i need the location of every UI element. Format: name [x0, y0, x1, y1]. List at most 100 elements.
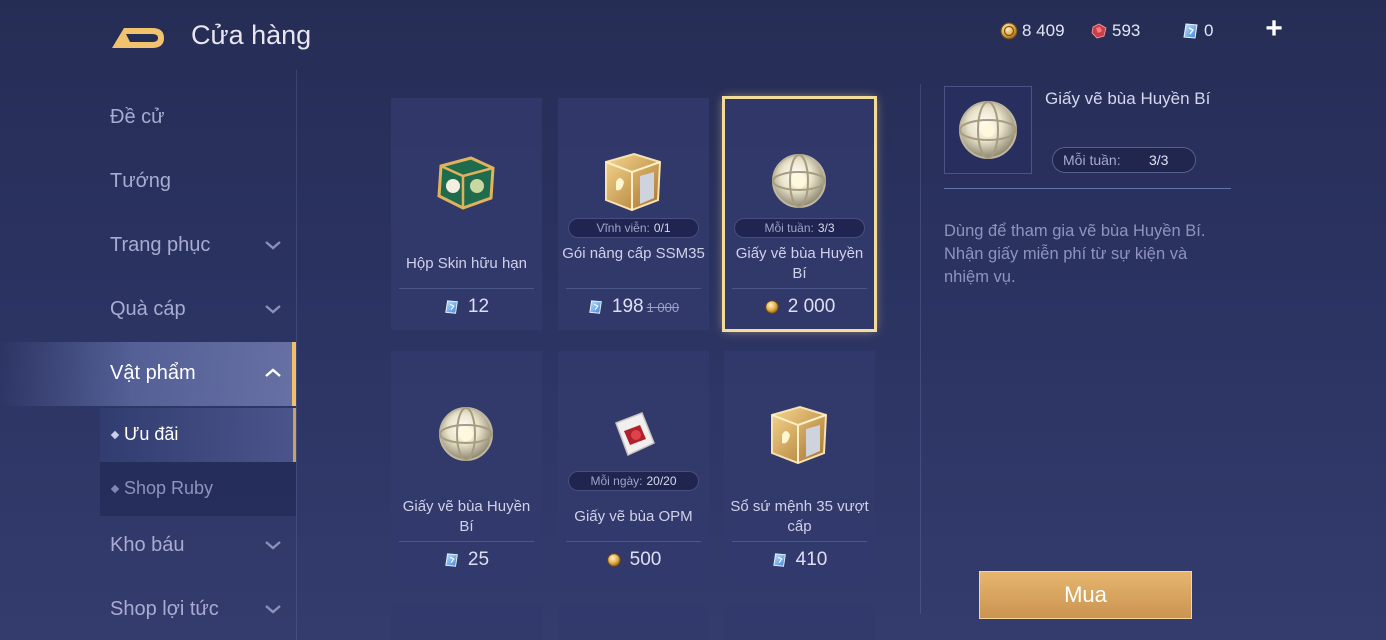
purchase-limit-badge: Mỗi ngày: 20/20 [568, 471, 699, 491]
sidebar-subitem-deals[interactable]: Ưu đãi [100, 408, 296, 462]
bullet-icon [110, 484, 120, 494]
opm-paper-icon [615, 412, 655, 457]
detail-limit-badge: Mỗi tuần: 3/3 [1052, 147, 1196, 173]
detail-limit-label: Mỗi tuần: [1063, 152, 1121, 168]
gold-coin-icon [765, 300, 779, 314]
page-title: Cửa hàng [191, 20, 312, 50]
shop-card[interactable] [724, 604, 875, 640]
card-name: Giấy vẽ bùa OPM [574, 508, 693, 525]
shop-card[interactable]: Vĩnh viễn: 0/1 Gói nâng cấp SSM35 198 1 0… [558, 98, 709, 330]
card-price-value: 500 [629, 549, 662, 570]
card-divider [566, 288, 701, 289]
sidebar-item-label: Shop lợi tức [110, 598, 219, 620]
chevron-down-icon [265, 541, 281, 550]
detail-limit-value: 3/3 [1149, 152, 1169, 168]
limit-value: 0/1 [653, 221, 671, 235]
card-price: 410 [724, 549, 875, 571]
sidebar-item-label: Đề cử [110, 106, 165, 128]
shop-card[interactable] [391, 604, 542, 640]
detail-item-name: Giấy vẽ bùa Huyền Bí [1045, 89, 1211, 108]
upgrade-chest-icon [605, 152, 662, 212]
card-old-price: 1 000 [646, 299, 680, 315]
card-divider [399, 288, 534, 289]
voucher-balance-value: 0 [1204, 21, 1214, 40]
card-price-value: 410 [795, 549, 828, 570]
quan-huy-voucher-icon [772, 553, 786, 567]
quan-huy-voucher-icon [445, 553, 458, 567]
quan-huy-voucher-icon [1183, 23, 1198, 39]
card-divider [732, 541, 867, 542]
limit-label: Vĩnh viễn: [596, 221, 650, 235]
card-price-value: 2 000 [787, 296, 836, 317]
sidebar-item-label: Quà cáp [110, 298, 186, 320]
gold-coin-icon [1000, 22, 1018, 40]
mystic-paper-orb-icon [772, 154, 826, 208]
detail-description: Dùng để tham gia vẽ bùa Huyền Bí. Nhận g… [944, 222, 1206, 286]
buy-button[interactable]: Mua [979, 571, 1192, 619]
sidebar-subitem-label: Ưu đãi [124, 424, 179, 444]
shop-card[interactable]: Hộp Skin hữu hạn 12 [391, 98, 542, 330]
sidebar-item-label: Tướng [110, 170, 171, 192]
card-divider [399, 541, 534, 542]
sidebar-item-label: Kho báu [110, 534, 185, 556]
sidebar-subitem-label: Shop Ruby [124, 478, 214, 498]
limit-value: 3/3 [817, 221, 835, 235]
quan-huy-voucher-icon [445, 300, 458, 314]
shop-card[interactable] [558, 604, 709, 640]
chevron-down-icon [265, 605, 281, 614]
mystic-paper-orb-icon [439, 407, 493, 461]
purchase-limit-badge: Mỗi tuần: 3/3 [734, 218, 865, 238]
sidebar-item-profit-shop[interactable]: Shop lợi tức [0, 578, 296, 640]
shop-card[interactable]: Giấy vẽ bùa Huyền Bí 25 [391, 351, 542, 583]
card-name: Sổ sứ mệnh 35 vượt cấp [730, 498, 869, 535]
shop-card[interactable]: Mỗi ngày: 20/20 Giấy vẽ bùa OPM 500 [558, 351, 709, 583]
gold-balance: 8 409 [1000, 18, 1065, 44]
card-name: Giấy vẽ bùa Huyền Bí [402, 498, 531, 535]
card-divider [566, 541, 701, 542]
chevron-up-icon [265, 368, 281, 377]
card-name: Hộp Skin hữu hạn [406, 255, 527, 272]
sidebar-item-heroes[interactable]: Tướng [0, 150, 296, 214]
back-button[interactable] [108, 18, 168, 54]
detail-divider [920, 84, 921, 614]
card-price-value: 25 [467, 549, 490, 570]
add-currency-button[interactable]: + [1258, 14, 1290, 46]
sidebar-item-skins[interactable]: Trang phục [0, 214, 296, 278]
limit-label: Mỗi tuần: [764, 221, 814, 235]
chevron-down-icon [265, 305, 281, 314]
sidebar-item-treasure[interactable]: Kho báu [0, 514, 296, 578]
sidebar-item-label: Trang phục [110, 234, 211, 256]
card-divider [732, 288, 867, 289]
card-price: 500 [558, 549, 709, 571]
mystic-paper-orb-icon [959, 101, 1017, 159]
skin-box-icon [437, 156, 495, 210]
detail-thumbnail [944, 86, 1032, 174]
card-price: 25 [391, 549, 542, 571]
gold-balance-value: 8 409 [1022, 21, 1065, 40]
card-price-value: 198 [611, 296, 644, 317]
quan-huy-voucher-icon [589, 300, 602, 314]
purchase-limit-badge: Vĩnh viễn: 0/1 [568, 218, 699, 238]
card-price: 198 1 000 [558, 296, 709, 318]
sidebar-item-items[interactable]: Vật phẩm [0, 342, 296, 406]
card-price-value: 12 [467, 296, 490, 317]
ruby-balance-value: 593 [1112, 21, 1141, 40]
sidebar-item-recommended[interactable]: Đề cử [0, 86, 296, 150]
card-price: 12 [391, 296, 542, 318]
detail-divider-line [944, 188, 1231, 189]
top-bar: Cửa hàng 8 409 593 0 + [0, 0, 1386, 72]
mission-book-chest-icon [771, 405, 828, 465]
gold-coin-icon [606, 553, 621, 567]
sidebar-item-gifts[interactable]: Quà cáp [0, 278, 296, 342]
bullet-icon [110, 430, 120, 440]
card-name: Gói nâng cấp SSM35 [562, 245, 705, 262]
card-name: Giấy vẽ bùa Huyền Bí [735, 245, 864, 282]
sidebar-subitem-ruby-shop[interactable]: Shop Ruby [100, 462, 296, 516]
card-price: 2 000 [724, 296, 875, 318]
back-arrow-icon [112, 28, 164, 48]
shop-card-selected[interactable]: Mỗi tuần: 3/3 Giấy vẽ bùa Huyền Bí 2 000 [722, 96, 877, 332]
shop-card[interactable]: Sổ sứ mệnh 35 vượt cấp 410 [724, 351, 875, 583]
ruby-balance: 593 [1090, 18, 1140, 44]
limit-value: 20/20 [646, 474, 677, 488]
chevron-down-icon [265, 241, 281, 250]
